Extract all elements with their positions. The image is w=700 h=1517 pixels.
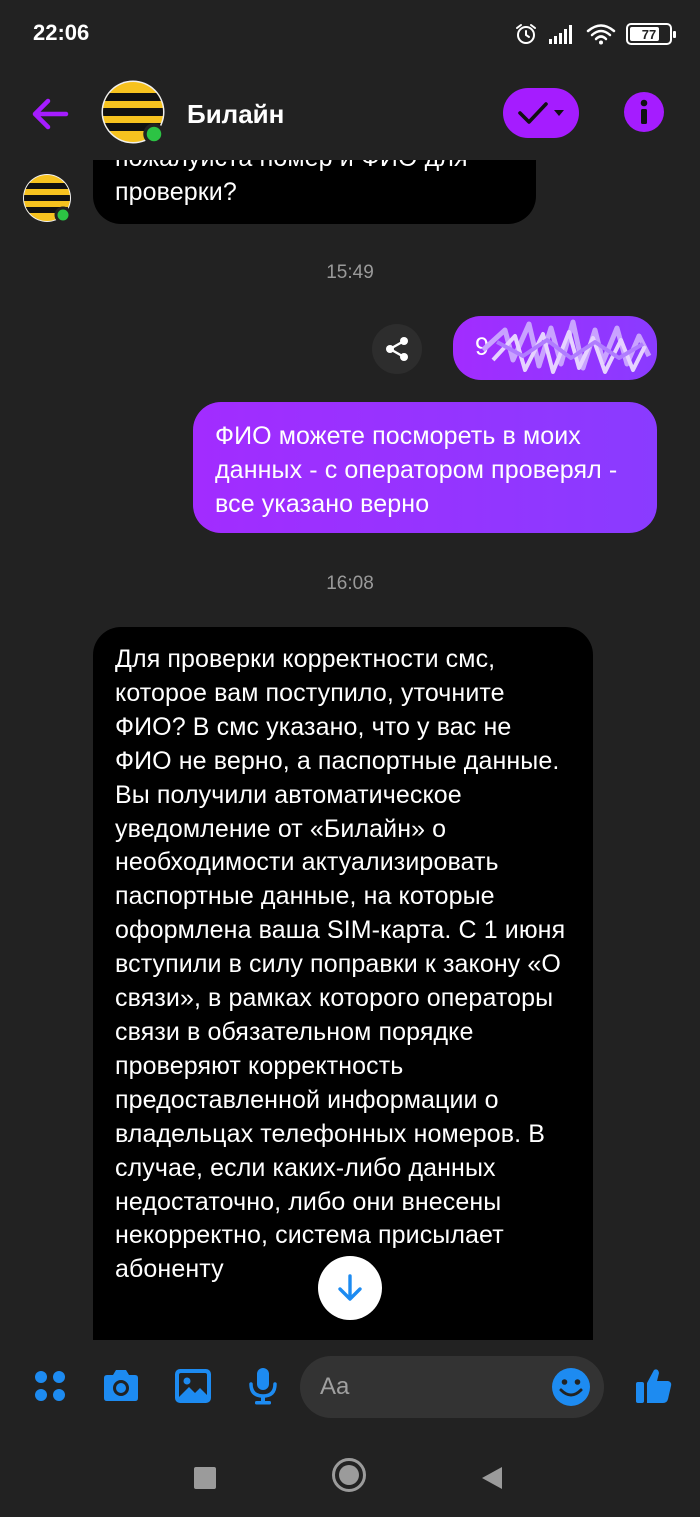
status-icons: 77	[514, 20, 676, 48]
battery-level: 77	[641, 26, 657, 42]
message-input[interactable]	[320, 1369, 540, 1405]
message-text: ФИО можете посмореть в моих данных - с о…	[215, 422, 618, 518]
message-input-field[interactable]	[300, 1356, 604, 1418]
info-icon	[640, 99, 648, 124]
home-button[interactable]	[332, 1458, 366, 1492]
dots-grid-icon	[35, 1371, 65, 1401]
camera-icon	[104, 1370, 138, 1401]
message-text: Для проверки корректности смс, которое в…	[115, 645, 566, 1284]
smiley-icon	[552, 1368, 590, 1406]
contact-avatar[interactable]	[101, 80, 165, 144]
emoji-button[interactable]	[550, 1366, 592, 1408]
messenger-screen: 22:06 77 проверки? 15:49 9 ФИО можете по…	[0, 0, 700, 1517]
image-icon	[175, 1369, 211, 1403]
chat-header: Билайн	[0, 68, 700, 160]
wifi-icon	[586, 24, 616, 45]
check-icon	[518, 102, 548, 124]
signal-icon	[549, 25, 572, 44]
like-button[interactable]	[632, 1364, 676, 1408]
alarm-icon	[516, 24, 536, 44]
chat-thread[interactable]: пожалуйста номер и ФИО для проверки? 15:…	[0, 160, 700, 1340]
recent-apps-button[interactable]	[194, 1467, 216, 1489]
message-status-menu-button[interactable]	[503, 88, 579, 138]
arrow-down-icon	[338, 1274, 362, 1301]
scroll-to-bottom-button[interactable]	[318, 1256, 382, 1320]
back-button[interactable]	[28, 92, 72, 136]
home-dot	[339, 1465, 359, 1485]
contact-name[interactable]: Билайн	[187, 99, 284, 130]
microphone-icon	[249, 1368, 277, 1405]
system-back-button[interactable]	[482, 1467, 502, 1489]
share-button[interactable]	[372, 324, 422, 374]
chevron-down-icon	[554, 110, 564, 116]
arrow-left-icon	[32, 98, 69, 130]
share-icon	[386, 337, 408, 361]
message-outgoing[interactable]: ФИО можете посмореть в моих данных - с о…	[193, 402, 657, 533]
gallery-button[interactable]	[171, 1364, 215, 1408]
redaction-scribble	[481, 319, 652, 374]
system-navigation-bar	[0, 1432, 700, 1517]
message-incoming[interactable]: пожалуйста номер и ФИО для проверки?	[93, 160, 536, 224]
contact-avatar[interactable]	[22, 173, 72, 223]
message-composer	[0, 1340, 700, 1432]
message-text: пожалуйста номер и ФИО для проверки?	[115, 160, 468, 207]
status-time: 22:06	[33, 20, 90, 45]
menu-button[interactable]	[28, 1364, 72, 1408]
thumbs-up-icon	[636, 1369, 672, 1403]
timestamp: 16:08	[326, 573, 374, 594]
info-button[interactable]	[624, 92, 664, 132]
message-outgoing-redacted[interactable]: 9	[453, 316, 657, 380]
battery-indicator: 77	[626, 23, 676, 45]
status-bar: 22:06 77	[0, 0, 700, 68]
timestamp: 15:49	[326, 262, 374, 283]
voice-message-button[interactable]	[241, 1364, 285, 1408]
camera-button[interactable]	[99, 1364, 143, 1408]
message-incoming[interactable]: Для проверки корректности смс, которое в…	[93, 627, 593, 1340]
